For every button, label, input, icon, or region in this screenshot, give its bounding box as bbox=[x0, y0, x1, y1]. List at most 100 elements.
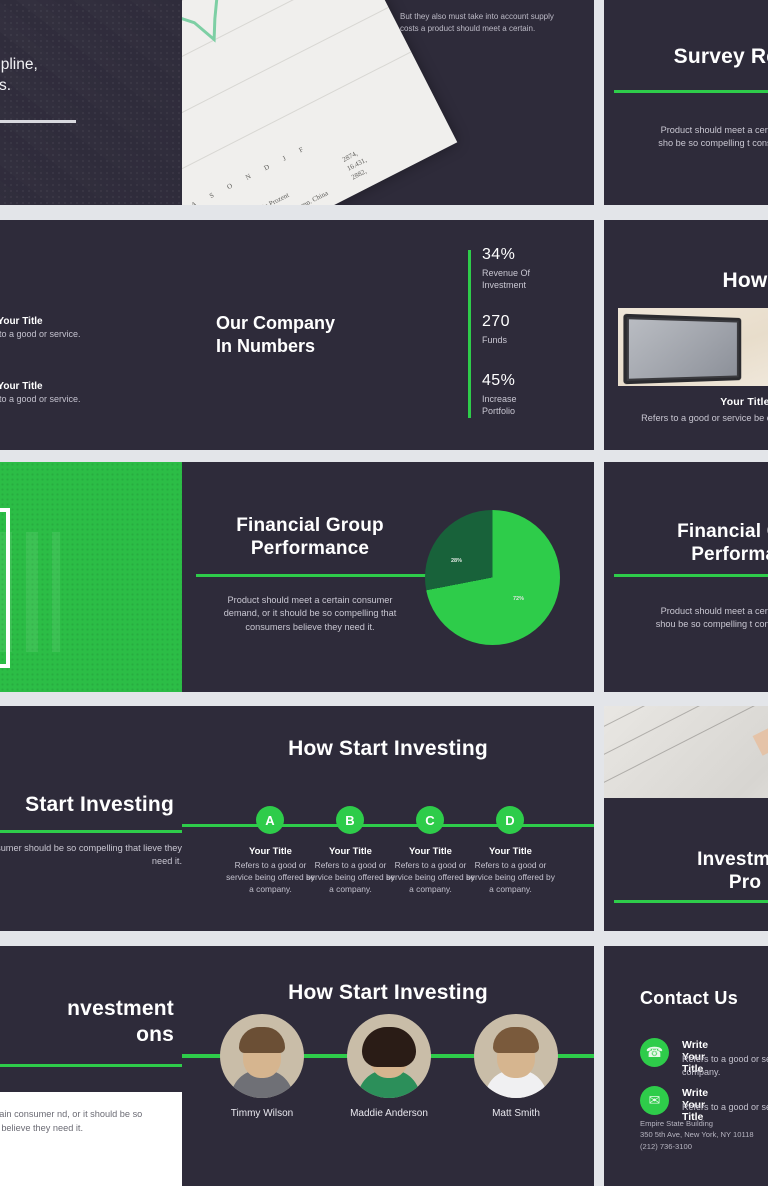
financial-pie-body: Product should meet a certain consumer d… bbox=[223, 595, 397, 632]
avatar bbox=[220, 1014, 304, 1098]
newspaper-photo-top bbox=[604, 706, 768, 798]
slide-team[interactable]: How Start Investing Timmy Wilson Maddie … bbox=[182, 946, 594, 1186]
hero-quote-line-2: e for all of us. bbox=[0, 77, 12, 95]
financial-pie-title-line-2: Performance bbox=[250, 538, 370, 560]
how-start-investing-title: How Start Investing bbox=[288, 737, 488, 760]
slide-how-start-investing[interactable]: How Start Investing A B C D Your Title R… bbox=[182, 706, 594, 931]
slide-survey-results[interactable]: Survey Result Product should meet a cert… bbox=[604, 0, 768, 205]
investor-roi-value: 27.4+ bbox=[400, 0, 580, 6]
timeline-node-d[interactable]: D bbox=[496, 806, 524, 834]
pie-chart: 28% 72% bbox=[425, 510, 560, 645]
timeline-node-c[interactable]: C bbox=[416, 806, 444, 834]
stat-item: 45% Increase Portfolio bbox=[482, 372, 517, 417]
hero-quote-line-1: ge and discipline, bbox=[0, 56, 38, 73]
slide-company-numbers[interactable]: Our Company In Numbers 34% Revenue Of In… bbox=[182, 220, 594, 450]
investor-roi-description: But they also must take into account sup… bbox=[400, 12, 554, 33]
timeline-step-desc: Refers to a good or service being offere… bbox=[466, 860, 555, 894]
list-item: Write Your Title Refers to a good or ser… bbox=[0, 381, 81, 404]
laptop-icon bbox=[623, 313, 742, 385]
start-investing-left-title: Start Investing bbox=[25, 793, 174, 816]
contact-row-desc: Refers to a good or service bbox=[682, 1102, 768, 1112]
laptop-photo bbox=[618, 308, 768, 386]
stat-value: 34% bbox=[482, 246, 516, 263]
financial-right-title-line-1: Financial Grou bbox=[677, 521, 768, 542]
team-member-name: Matt Smith bbox=[492, 1108, 540, 1119]
white-frame bbox=[0, 508, 10, 668]
texture-overlay bbox=[0, 0, 182, 205]
stat-label: Revenue Of Investment bbox=[482, 268, 531, 291]
list-item: Write Your Title Refers to a good or ser… bbox=[0, 316, 81, 339]
slide-investment-process[interactable]: Investmen Pro bbox=[604, 706, 768, 931]
team-member-name: Maddie Anderson bbox=[350, 1108, 428, 1119]
investor-roi-block: Investor ROI 27.4+ But they also must ta… bbox=[400, 0, 580, 34]
team-title: How Start Investing bbox=[288, 981, 488, 1004]
pie-slice-label-major: 72% bbox=[513, 596, 525, 602]
halftone-overlay bbox=[0, 462, 182, 692]
timeline-node-a[interactable]: A bbox=[256, 806, 284, 834]
stock-sparkline bbox=[182, 0, 267, 136]
start-investing-left-body: d meet a certain consumer should be so c… bbox=[0, 843, 182, 867]
how-laptop-title: How bbox=[722, 269, 768, 292]
investment-options-title-line-1: nvestment bbox=[67, 997, 174, 1020]
stat-label: Increase Portfolio bbox=[482, 394, 517, 417]
start-investing-left-rule bbox=[0, 830, 182, 833]
stat-item: 34% Revenue Of Investment bbox=[482, 246, 530, 291]
contact-address-line-1: Empire State Building bbox=[640, 1119, 714, 1128]
list-item-title: Write Your Title bbox=[0, 316, 43, 327]
financial-pie-rule bbox=[196, 574, 426, 577]
timeline-step-title: Your Title bbox=[489, 846, 532, 857]
mail-icon: ✉ bbox=[640, 1086, 669, 1115]
financial-pie-title-line-1: Financial Group bbox=[236, 515, 384, 536]
investment-options-rule bbox=[0, 1064, 182, 1067]
stat-value: 270 bbox=[482, 313, 510, 330]
company-numbers-title: Our Company In Numbers bbox=[216, 312, 335, 359]
financial-right-title-line-2: Performanc bbox=[691, 544, 768, 566]
investment-process-rule bbox=[614, 900, 768, 903]
stat-item: 270 Funds bbox=[482, 313, 510, 346]
investment-options-body: ct should meet a certain consumer nd, or… bbox=[0, 1109, 143, 1133]
slide-financial-pie[interactable]: Financial Group Performance Product shou… bbox=[182, 462, 594, 692]
slide-contact-us[interactable]: Contact Us ☎ Write Your Title Refers to … bbox=[604, 946, 768, 1186]
slide-start-investing-left[interactable]: Start Investing d meet a certain consume… bbox=[0, 706, 182, 931]
survey-results-rule bbox=[614, 90, 768, 93]
timeline-step: Your Title Refers to a good or service b… bbox=[464, 846, 557, 896]
contact-address-line-2: 350 5th Ave, New York, NY 10118 bbox=[640, 1130, 754, 1140]
financial-right-title: Financial Grou Performanc bbox=[604, 520, 768, 566]
stats-accent-bar bbox=[468, 250, 471, 418]
phone-icon: ☎ bbox=[640, 1038, 669, 1067]
contact-us-title: Contact Us bbox=[640, 988, 739, 1008]
list-item-desc: Refers to a good or service. bbox=[0, 329, 81, 339]
slide-how-laptop[interactable]: How Your Title Refers to a good or servi… bbox=[604, 220, 768, 450]
investment-process-title-line-1: Investmen bbox=[697, 849, 768, 870]
contact-address-line-3: (212) 736-3100 bbox=[640, 1141, 692, 1151]
slide-investor-roi[interactable]: ▲ 25,876.12 0 4000 22000 20000 J J A S O… bbox=[182, 0, 594, 205]
investment-process-title-line-2: Pro bbox=[728, 872, 762, 894]
investment-options-title: nvestment ons bbox=[0, 996, 182, 1047]
how-laptop-card-title: Your Title bbox=[720, 396, 768, 408]
how-laptop-card-desc: Refers to a good or service be offered b… bbox=[641, 413, 768, 423]
slide-hero-quote[interactable]: ge and discipline, e for all of us. bbox=[0, 0, 182, 205]
investment-process-title: Investmen Pro bbox=[604, 848, 768, 894]
survey-results-title: Survey Result bbox=[673, 45, 768, 68]
company-numbers-title-line-2: In Numbers bbox=[216, 336, 316, 357]
investment-options-footer: ct should meet a certain consumer nd, or… bbox=[0, 1092, 182, 1186]
financial-right-body: Product should meet a cert consumer dema… bbox=[655, 606, 768, 630]
slide-financial-right[interactable]: Financial Grou Performanc Product should… bbox=[604, 462, 768, 692]
contact-row-desc: Refers to a good or service be offered b… bbox=[682, 1054, 768, 1078]
hero-quote-text: ge and discipline, e for all of us. bbox=[0, 54, 166, 96]
timeline-node-b[interactable]: B bbox=[336, 806, 364, 834]
investment-options-title-line-2: ons bbox=[136, 1022, 174, 1046]
pie-slice-label-minor: 28% bbox=[451, 558, 463, 564]
hero-divider bbox=[0, 120, 76, 123]
slide-investment-options[interactable]: nvestment ons ct should meet a certain c… bbox=[0, 946, 182, 1186]
stat-label: Funds bbox=[482, 335, 508, 345]
avatar bbox=[347, 1014, 431, 1098]
slide-two-titles[interactable]: Write Your Title Refers to a good or ser… bbox=[0, 220, 182, 450]
timeline-line bbox=[182, 824, 594, 827]
list-item-title: Write Your Title bbox=[0, 381, 43, 392]
slide-green-photo[interactable] bbox=[0, 462, 182, 692]
list-item-desc: Refers to a good or service. bbox=[0, 394, 81, 404]
financial-right-rule bbox=[614, 574, 768, 577]
slide-grid: ge and discipline, e for all of us. ▲ 25… bbox=[0, 0, 768, 1186]
stat-value: 45% bbox=[482, 372, 516, 389]
